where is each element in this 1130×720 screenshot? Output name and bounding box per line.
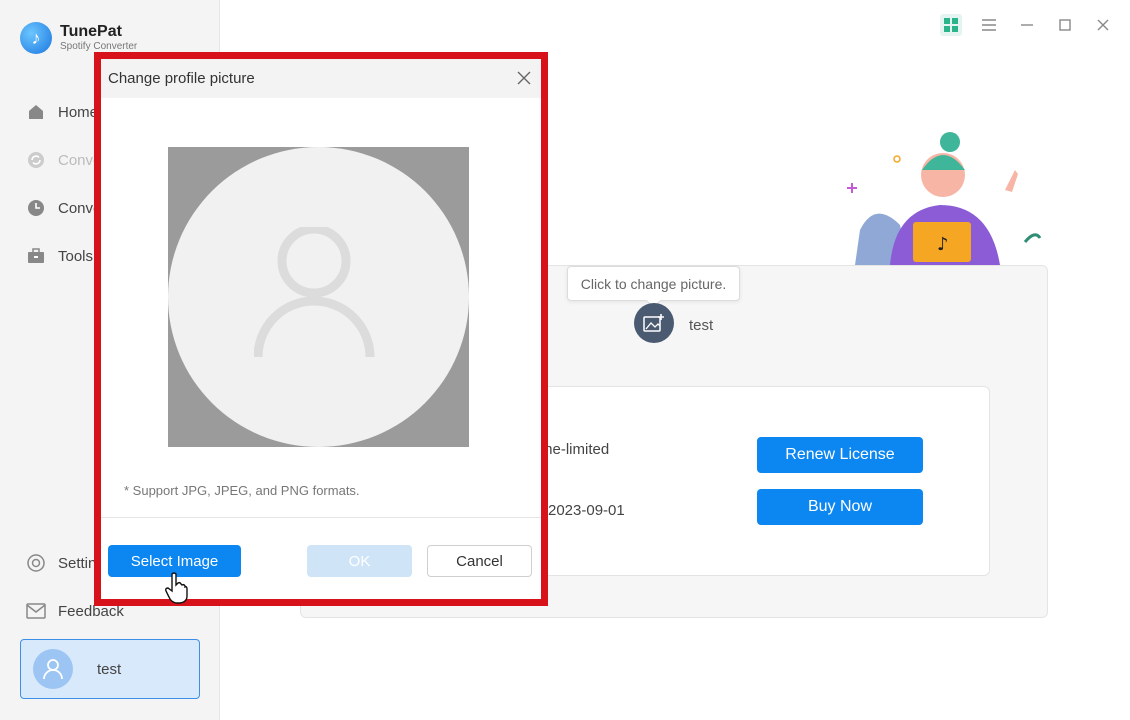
close-window-icon[interactable] bbox=[1092, 14, 1114, 36]
maximize-icon[interactable] bbox=[1054, 14, 1076, 36]
add-image-icon bbox=[643, 314, 664, 332]
license-expiry: 2023-09-01 bbox=[548, 502, 625, 519]
app-name: TunePat bbox=[60, 23, 122, 40]
toolbox-icon bbox=[26, 246, 46, 266]
minimize-icon[interactable] bbox=[1016, 14, 1038, 36]
menu-icon[interactable] bbox=[978, 14, 1000, 36]
profile-name: test bbox=[689, 317, 714, 334]
avatar bbox=[33, 649, 73, 689]
change-picture-tooltip: Click to change picture. bbox=[567, 266, 740, 301]
mail-icon bbox=[26, 601, 46, 621]
buy-now-button[interactable]: Buy Now bbox=[757, 489, 923, 525]
user-icon bbox=[43, 659, 63, 680]
hand-cursor-icon bbox=[165, 572, 188, 604]
renew-license-button[interactable]: Renew License bbox=[757, 437, 923, 473]
theme-icon[interactable] bbox=[940, 14, 962, 36]
person-laptop-illustration: ♪ bbox=[847, 132, 1042, 265]
sidebar-item-home[interactable]: Home bbox=[26, 102, 98, 122]
clock-icon bbox=[26, 198, 46, 218]
sidebar-item-label: Home bbox=[58, 103, 99, 121]
app-logo-icon: ♪ bbox=[20, 22, 52, 54]
highlight-frame bbox=[94, 52, 548, 606]
brand: ♪ TunePat Spotify Converter bbox=[20, 22, 137, 54]
user-name: test bbox=[97, 660, 122, 678]
license-type: me-limited bbox=[540, 441, 610, 458]
window-controls bbox=[940, 14, 1114, 36]
gear-icon bbox=[26, 553, 46, 573]
converting-icon bbox=[26, 150, 46, 170]
license-box bbox=[520, 386, 990, 576]
user-card[interactable]: test bbox=[20, 639, 200, 699]
home-icon bbox=[26, 102, 46, 122]
sidebar-item-label: Tools bbox=[58, 247, 94, 265]
svg-text:♪: ♪ bbox=[937, 234, 949, 255]
sidebar-item-tools[interactable]: Tools bbox=[26, 246, 93, 266]
app-window: ♪ TunePat Spotify Converter Home Convert… bbox=[0, 0, 1130, 720]
change-picture-button[interactable] bbox=[634, 303, 674, 343]
